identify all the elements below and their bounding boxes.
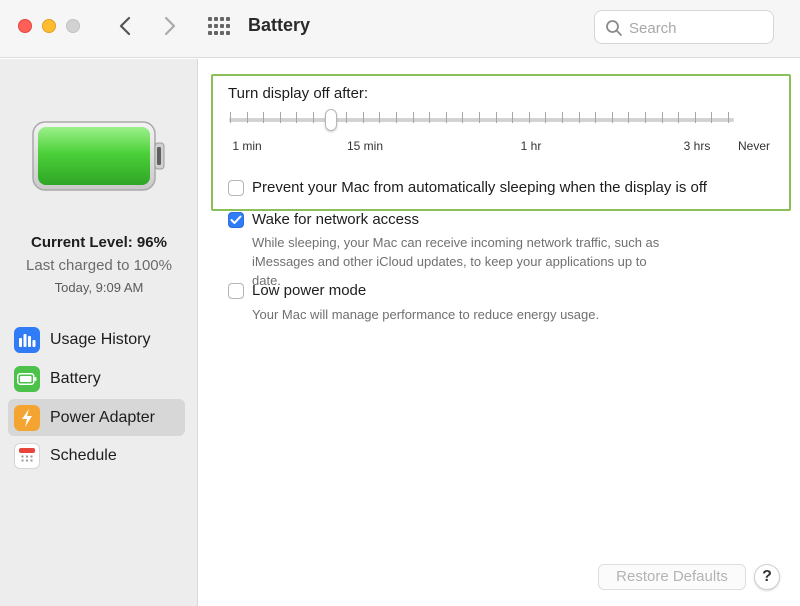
slider-tick <box>528 112 530 123</box>
display-off-slider-knob[interactable] <box>325 109 337 131</box>
slider-label-1-min: 1 min <box>232 139 262 153</box>
close-window-button[interactable] <box>18 19 32 33</box>
window-toolbar: Battery <box>0 0 800 58</box>
slider-label-never: Never <box>737 139 771 153</box>
sidebar-item-power-adapter[interactable]: Power Adapter <box>8 399 185 436</box>
slider-tick <box>661 112 663 123</box>
slider-tick <box>362 112 364 123</box>
slider-tick <box>296 112 298 123</box>
battery-level-icon <box>32 121 165 191</box>
slider-tick <box>246 112 248 123</box>
display-off-title: Turn display off after: <box>228 85 369 102</box>
search-input[interactable] <box>629 17 765 39</box>
sidebar-item-label: Power Adapter <box>50 408 155 426</box>
help-button[interactable]: ? <box>754 564 780 590</box>
slider-tick <box>279 112 281 123</box>
sidebar-item-usage-history[interactable]: Usage History <box>8 321 185 358</box>
low-power-label: Low power mode <box>252 282 367 299</box>
slider-tick <box>678 112 680 123</box>
sidebar-item-schedule[interactable]: Schedule <box>8 437 185 474</box>
show-all-grid-icon <box>208 17 230 35</box>
sidebar: Current Level: 96% Last charged to 100% … <box>0 59 198 606</box>
chevron-left-icon <box>119 16 131 36</box>
sidebar-item-label: Battery <box>50 369 101 387</box>
slider-tick <box>645 112 646 123</box>
window-title: Battery <box>248 15 311 35</box>
battery-icon <box>14 365 40 392</box>
charged-time-text: Today, 9:09 AM <box>54 280 144 295</box>
usage-history-icon <box>14 326 40 353</box>
slider-tick <box>578 112 580 123</box>
chevron-right-icon <box>164 16 176 36</box>
show-all-button[interactable] <box>207 16 231 36</box>
slider-tick <box>479 112 480 123</box>
slider-tick <box>512 112 514 123</box>
search-icon <box>606 20 622 36</box>
slider-tick <box>562 112 563 123</box>
low-power-checkbox[interactable] <box>228 283 244 299</box>
slider-label-1-hr: 1 hr <box>520 139 542 153</box>
prevent-sleep-checkbox[interactable] <box>228 180 244 196</box>
wake-network-label: Wake for network access <box>252 211 419 228</box>
slider-tick <box>396 112 397 123</box>
slider-tick <box>545 112 547 123</box>
slider-tick <box>230 112 231 123</box>
lightning-icon <box>14 404 40 431</box>
checkmark-icon <box>230 215 242 224</box>
slider-tick <box>429 112 431 123</box>
slider-tick <box>313 112 314 123</box>
sidebar-item-battery[interactable]: Battery <box>8 360 185 397</box>
minimize-window-button[interactable] <box>42 19 56 33</box>
slider-tick <box>694 112 696 123</box>
zoom-window-button[interactable] <box>66 19 80 33</box>
slider-tick <box>263 112 265 123</box>
sidebar-item-label: Schedule <box>50 446 117 464</box>
back-button[interactable] <box>113 14 137 38</box>
slider-tick <box>346 112 348 123</box>
wake-network-checkbox[interactable] <box>228 212 244 228</box>
low-power-description: Your Mac will manage performance to redu… <box>252 307 600 322</box>
slider-tick <box>379 112 381 123</box>
display-off-slider-track[interactable] <box>229 118 734 122</box>
slider-tick <box>728 112 729 123</box>
forward-button[interactable] <box>158 14 182 38</box>
slider-tick <box>595 112 597 123</box>
restore-defaults-button[interactable]: Restore Defaults <box>598 564 746 590</box>
slider-tick <box>711 112 713 123</box>
main-panel: Turn display off after: 1 min 15 min 1 h… <box>199 59 800 606</box>
last-charged-text: Last charged to 100% <box>26 257 172 274</box>
sidebar-item-label: Usage History <box>50 330 151 348</box>
prevent-sleep-label: Prevent your Mac from automatically slee… <box>252 179 707 196</box>
calendar-icon <box>14 442 40 469</box>
current-level-text: Current Level: 96% <box>31 234 167 251</box>
slider-tick <box>495 112 497 123</box>
search-field[interactable] <box>594 10 774 44</box>
slider-tick <box>412 112 414 123</box>
slider-tick <box>462 112 464 123</box>
slider-tick <box>445 112 447 123</box>
slider-tick <box>628 112 630 123</box>
slider-label-3-hrs: 3 hrs <box>683 139 711 153</box>
slider-tick <box>611 112 613 123</box>
slider-label-15-min: 15 min <box>346 139 384 153</box>
